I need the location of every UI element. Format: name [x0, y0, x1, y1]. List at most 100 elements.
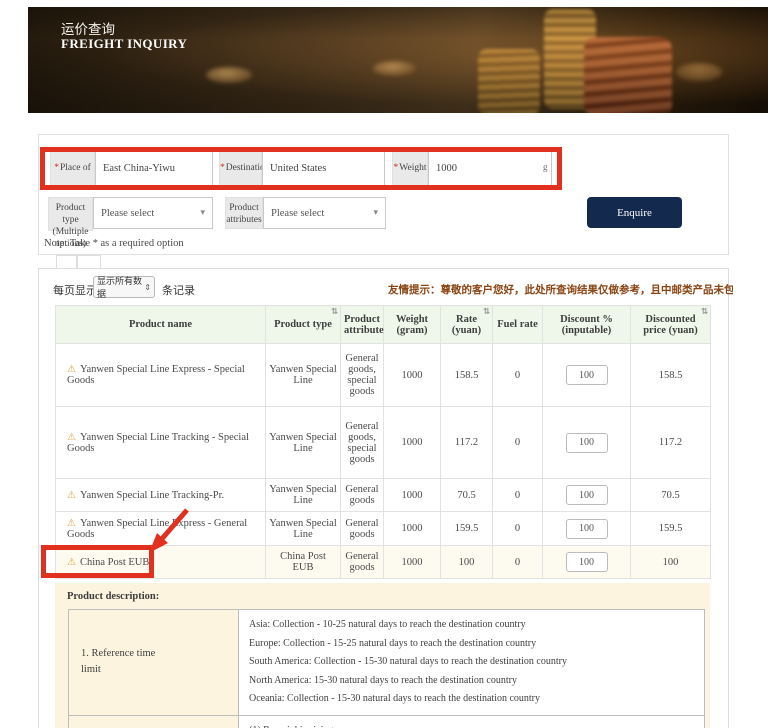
table-row-china-post-eub[interactable]: ⚠ China Post EUB China Post EUB General g…	[56, 546, 711, 579]
description-row-content: (1) Renminbi pricing (2) No fuel surchar…	[239, 715, 705, 728]
product-attributes: General goods	[341, 546, 384, 579]
fuel-rate-value: 0	[493, 546, 543, 579]
fuel-rate-value: 0	[493, 407, 543, 479]
product-name: China Post EUB	[80, 557, 149, 568]
fuel-rate-value: 0	[493, 479, 543, 512]
description-line: (1) Renminbi pricing	[249, 722, 694, 728]
coin-image	[206, 67, 252, 83]
product-attributes: General goods	[341, 479, 384, 512]
discount-input[interactable]	[566, 433, 608, 453]
product-description-table: 1. Reference time limit Asia: Collection…	[68, 609, 705, 728]
description-line: Asia: Collection - 10-25 natural days to…	[249, 616, 694, 635]
place-of-input[interactable]	[95, 150, 213, 187]
rate-value: 117.2	[441, 407, 493, 479]
product-type: Yanwen Special Line	[266, 344, 341, 407]
discount-input[interactable]	[566, 365, 608, 385]
weight-value: 1000	[384, 546, 441, 579]
warning-icon: ⚠	[67, 557, 76, 568]
product-attributes: General goods, special goods	[341, 344, 384, 407]
product-type-select[interactable]: Please select▾	[93, 197, 213, 229]
table-header-row: Product name ⇅Product type Product attri…	[56, 306, 711, 344]
weight-label: *Weight	[392, 151, 428, 186]
sort-icon[interactable]: ⇅	[701, 307, 708, 317]
discounted-price-value: 100	[631, 546, 711, 579]
product-name: Yanwen Special Line Tracking - Special G…	[67, 432, 249, 454]
warning-icon: ⚠	[67, 432, 76, 443]
per-page-select[interactable]: 显示所有数据⇕	[93, 276, 155, 298]
product-name: Yanwen Special Line Express - General Go…	[67, 518, 247, 540]
per-page-suffix-label: 条记录	[162, 282, 195, 298]
sort-icon[interactable]: ⇅	[331, 307, 338, 317]
required-asterisk: *	[394, 163, 399, 173]
discounted-price-value: 159.5	[631, 512, 711, 546]
header-rate: ⇅Rate (yuan)	[441, 306, 493, 344]
description-line: Europe: Collection - 15-25 natural days …	[249, 635, 694, 654]
product-attributes-label: Product attributes	[225, 197, 263, 229]
product-description-panel: Product description: 1. Reference time l…	[55, 583, 710, 728]
product-attributes: General goods, special goods	[341, 407, 384, 479]
warning-icon: ⚠	[67, 364, 76, 375]
weight-value: 1000	[384, 479, 441, 512]
weight-value: 1000	[384, 344, 441, 407]
rate-value: 70.5	[441, 479, 493, 512]
per-page-prefix-label: 每页显示	[53, 282, 97, 298]
discount-input[interactable]	[566, 485, 608, 505]
table-row[interactable]: ⚠ Yanwen Special Line Tracking-Pr. Yanwen…	[56, 479, 711, 512]
description-line: South America: Collection - 15-30 natura…	[249, 653, 694, 672]
table-row[interactable]: ⚠Yanwen Special Line Express - Special G…	[56, 344, 711, 407]
page-title-english: FREIGHT INQUIRY	[61, 36, 187, 52]
coin-stack-image	[478, 49, 540, 113]
freight-results-table: Product name ⇅Product type Product attri…	[55, 305, 711, 579]
weight-input[interactable]	[428, 150, 552, 187]
product-type-label: Product type (Multiple options)	[48, 197, 93, 231]
coin-image	[373, 61, 416, 76]
product-type: Yanwen Special Line	[266, 407, 341, 479]
fuel-rate-value: 0	[493, 344, 543, 407]
chevron-down-icon: ▾	[373, 208, 378, 218]
required-asterisk: *	[220, 163, 225, 173]
chevron-down-icon: ▾	[200, 208, 205, 218]
weight-unit-label: g	[543, 162, 548, 172]
header-weight: Weight (gram)	[384, 306, 441, 344]
header-product-name: Product name	[56, 306, 266, 344]
select-stepper-icon: ⇕	[144, 283, 151, 292]
sort-icon[interactable]: ⇅	[483, 307, 490, 317]
product-type: China Post EUB	[266, 546, 341, 579]
product-attributes: General goods	[341, 512, 384, 546]
product-name: Yanwen Special Line Tracking-Pr.	[80, 490, 224, 501]
discounted-price-value: 158.5	[631, 344, 711, 407]
weight-value: 1000	[384, 512, 441, 546]
page-title-chinese: 运价查询	[61, 18, 115, 38]
discount-input[interactable]	[566, 519, 608, 539]
description-row-label: 2. Price composition	[69, 715, 239, 728]
coin-stack-image	[544, 9, 596, 109]
warning-icon: ⚠	[67, 490, 76, 501]
rate-value: 100	[441, 546, 493, 579]
product-type: Yanwen Special Line	[266, 512, 341, 546]
discounted-price-value: 117.2	[631, 407, 711, 479]
description-row-label: 1. Reference time limit	[69, 610, 239, 716]
friendly-reminder-text: 友情提示：尊敬的客户您好，此处所查询结果仅做参考，且中邮类产品未包含干线费，所有…	[388, 282, 733, 297]
table-row[interactable]: ⚠Yanwen Special Line Express - General G…	[56, 512, 711, 546]
description-line: North America: 15-30 natural days to rea…	[249, 672, 694, 691]
enquire-button[interactable]: Enquire	[587, 197, 682, 228]
product-type: Yanwen Special Line	[266, 479, 341, 512]
header-product-attributes: Product attributes	[341, 306, 384, 344]
weight-value: 1000	[384, 407, 441, 479]
header-discount: Discount % (inputable)	[543, 306, 631, 344]
discount-input[interactable]	[566, 552, 608, 572]
rate-value: 159.5	[441, 512, 493, 546]
fuel-rate-value: 0	[493, 512, 543, 546]
coin-image	[676, 63, 722, 81]
page-banner: 运价查询 FREIGHT INQUIRY	[28, 7, 768, 113]
description-line: Oceania: Collection - 15-30 natural days…	[249, 690, 694, 709]
description-row-content: Asia: Collection - 10-25 natural days to…	[239, 610, 705, 716]
table-row[interactable]: ⚠Yanwen Special Line Tracking - Special …	[56, 407, 711, 479]
required-asterisk: *	[54, 163, 59, 173]
product-attributes-select[interactable]: Please select▾	[263, 197, 386, 229]
header-product-type: ⇅Product type	[266, 306, 341, 344]
place-of-label: *Place of	[50, 151, 95, 186]
destination-label: *Destination	[219, 151, 262, 186]
destination-input[interactable]	[262, 150, 385, 187]
required-note: Note: Take * as a required option	[44, 238, 184, 249]
